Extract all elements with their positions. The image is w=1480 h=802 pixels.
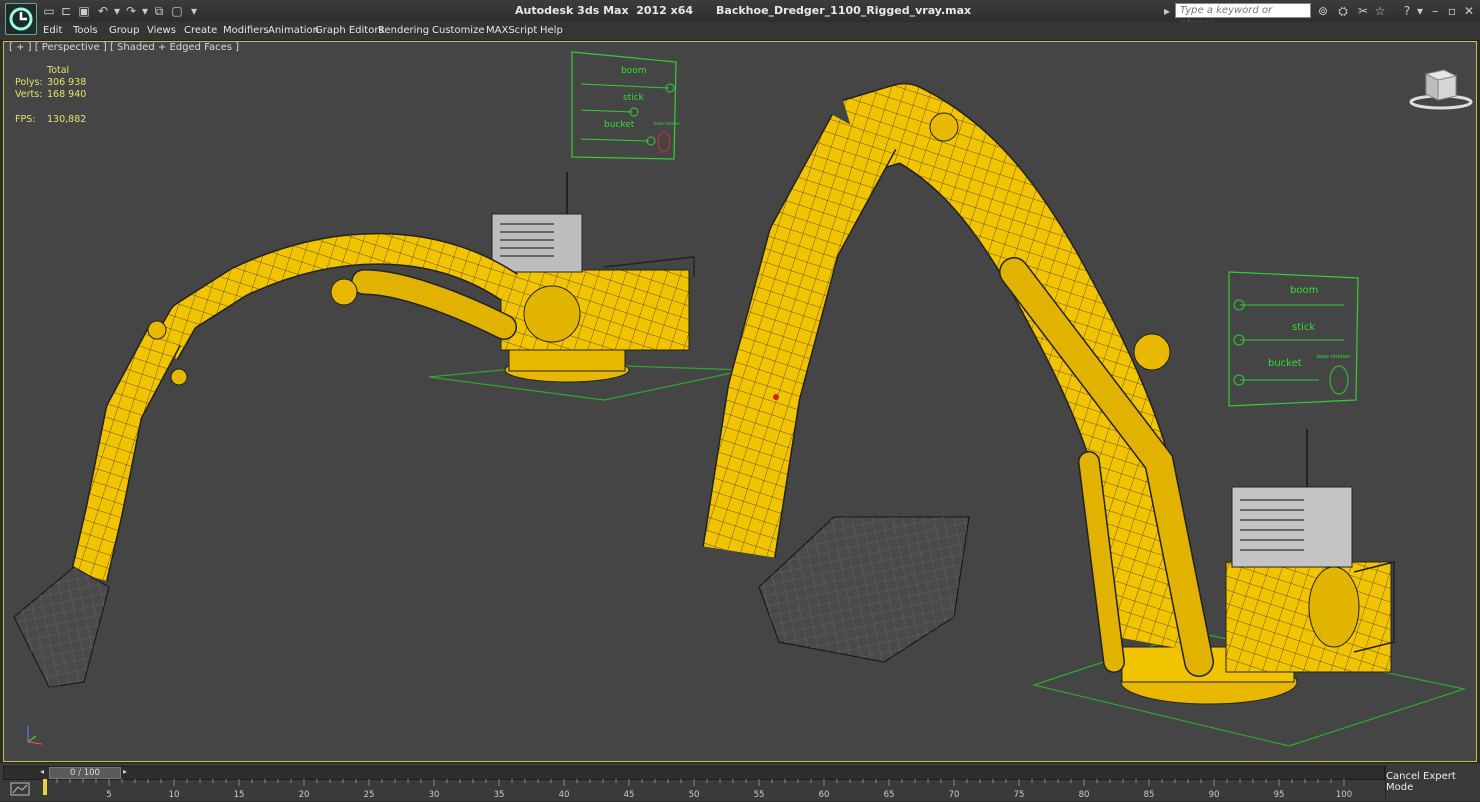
viewport-label[interactable]: [ + ] [ Perspective ] [ Shaded + Edged F… bbox=[9, 42, 239, 53]
ruler-tick-label: 60 bbox=[819, 790, 830, 799]
maximize-icon[interactable]: ▫ bbox=[1445, 4, 1459, 18]
stats-verts-value: 168 940 bbox=[47, 89, 87, 100]
ruler-tick-label: 40 bbox=[559, 790, 570, 799]
window-title: Autodesk 3ds Max 2012 x64 Backhoe_Dredge… bbox=[515, 4, 972, 17]
project-folder-icon[interactable]: ▢ bbox=[170, 4, 184, 18]
help-icon[interactable]: ? bbox=[1400, 4, 1414, 18]
stats-total-label: Total bbox=[47, 65, 70, 76]
title-bar: ▭ ⊏ ▣ ↶ ▾ ↷ ▾ ⧉ ▢ ▾ Autodesk 3ds Max 201… bbox=[0, 0, 1480, 35]
ruler-tick-label: 45 bbox=[624, 790, 635, 799]
viewcube-icon[interactable] bbox=[1406, 66, 1476, 112]
search-input[interactable]: Type a keyword or phrase bbox=[1175, 3, 1311, 30]
ruler-tick-label: 10 bbox=[169, 790, 180, 799]
menu-graph-editors[interactable]: Graph Editors bbox=[315, 25, 384, 36]
ruler-tick-label: 95 bbox=[1274, 790, 1285, 799]
menu-modifiers[interactable]: Modifiers bbox=[223, 25, 269, 36]
control-panel-right: boom stick bucket base rotation bbox=[1228, 271, 1359, 407]
control-panel-left: boom stick bucket base rotation bbox=[571, 51, 681, 160]
ruler-tick-label: 25 bbox=[364, 790, 375, 799]
left-helper-bucket-label: bucket bbox=[604, 120, 635, 130]
menu-bar: Edit Tools Group Views Create Modifiers … bbox=[0, 22, 1480, 41]
search-arrow-icon[interactable]: ▸ bbox=[1160, 4, 1174, 18]
perspective-viewport[interactable]: boom stick bucket base rotation boom sti… bbox=[3, 41, 1477, 762]
app-logo-icon[interactable] bbox=[5, 3, 37, 35]
menu-help[interactable]: Help bbox=[540, 25, 563, 36]
minimize-icon[interactable]: – bbox=[1428, 4, 1442, 18]
current-frame-marker[interactable] bbox=[43, 779, 47, 795]
right-helper-boom-label: boom bbox=[1290, 285, 1318, 296]
menu-edit[interactable]: Edit bbox=[43, 25, 62, 36]
ruler-tick-label: 100 bbox=[1336, 790, 1352, 799]
redo-icon[interactable]: ↷ bbox=[124, 4, 138, 18]
communication-center-icon[interactable]: ✂ bbox=[1356, 4, 1370, 18]
redo-dropdown-icon[interactable]: ▾ bbox=[138, 4, 152, 18]
mini-curve-editor-icon[interactable] bbox=[9, 781, 31, 797]
stats-verts-label: Verts: bbox=[15, 89, 43, 100]
close-icon[interactable]: ✕ bbox=[1462, 4, 1476, 18]
ruler-tick-label: 70 bbox=[949, 790, 960, 799]
ruler-tick-label: 50 bbox=[689, 790, 700, 799]
cancel-expert-mode-button[interactable]: Cancel Expert Mode bbox=[1385, 765, 1480, 799]
menu-animation[interactable]: Animation bbox=[268, 25, 319, 36]
open-file-icon[interactable]: ⊏ bbox=[59, 4, 73, 18]
stats-fps-value: 130,882 bbox=[47, 114, 87, 125]
time-slider-knob[interactable]: 0 / 100 bbox=[49, 767, 121, 779]
axis-tripod-icon bbox=[18, 722, 48, 750]
new-file-icon[interactable]: ▭ bbox=[42, 4, 56, 18]
undo-dropdown-icon[interactable]: ▾ bbox=[110, 4, 124, 18]
menu-maxscript[interactable]: MAXScript bbox=[486, 25, 537, 36]
menu-group[interactable]: Group bbox=[109, 25, 139, 36]
stats-polys-label: Polys: bbox=[15, 77, 43, 88]
right-helper-stick-label: stick bbox=[1292, 322, 1315, 333]
left-helper-stick-label: stick bbox=[623, 93, 645, 103]
binoculars-icon[interactable]: ⊚ bbox=[1316, 4, 1330, 18]
menu-tools[interactable]: Tools bbox=[73, 25, 98, 36]
undo-icon[interactable]: ↶ bbox=[96, 4, 110, 18]
menu-views[interactable]: Views bbox=[147, 25, 176, 36]
menu-customize[interactable]: Customize bbox=[432, 25, 485, 36]
save-file-icon[interactable]: ▣ bbox=[77, 4, 91, 18]
ruler-tick-label: 55 bbox=[754, 790, 765, 799]
ruler-tick-label: 20 bbox=[299, 790, 310, 799]
ruler-tick-label: 35 bbox=[494, 790, 505, 799]
ruler-tick-label: 75 bbox=[1014, 790, 1025, 799]
timeline-ruler[interactable]: 5 10 15 20 25 30 35 40 45 50 55 60 65 70 75 80 85 90 95 100 bbox=[42, 779, 1387, 800]
ruler-tick-label: 5 bbox=[106, 790, 111, 799]
left-helper-boom-label: boom bbox=[621, 66, 647, 76]
subscription-icon[interactable]: ⛭ bbox=[1336, 4, 1350, 18]
ruler-tick-label: 15 bbox=[234, 790, 245, 799]
ruler-tick-label: 80 bbox=[1079, 790, 1090, 799]
timeline-bar: 0 / 100 ◂ ▸ 5 10 15 20 25 30 35 40 45 50 55 60 65 70 7… bbox=[0, 762, 1480, 801]
scene-render: boom stick bucket base rotation boom sti… bbox=[13, 51, 1467, 747]
ruler-tick-label: 85 bbox=[1144, 790, 1155, 799]
excavator-right bbox=[702, 81, 1395, 705]
left-helper-base-rotation-label: base rotation bbox=[654, 121, 681, 126]
hold-icon[interactable]: ⧉ bbox=[152, 4, 166, 18]
ruler-tick-label: 30 bbox=[429, 790, 440, 799]
right-helper-base-rotation-label: base rotation bbox=[1317, 354, 1350, 360]
time-slider-track[interactable]: 0 / 100 ◂ ▸ bbox=[3, 766, 1385, 780]
favorites-star-icon[interactable]: ☆ bbox=[1373, 4, 1387, 18]
time-slider-next-icon[interactable]: ▸ bbox=[119, 767, 131, 777]
menu-rendering[interactable]: Rendering bbox=[378, 25, 429, 36]
quick-access-dropdown-icon[interactable]: ▾ bbox=[187, 4, 201, 18]
excavator-left bbox=[13, 172, 695, 688]
ruler-tick-label: 65 bbox=[884, 790, 895, 799]
help-dropdown-icon[interactable]: ▾ bbox=[1413, 4, 1427, 18]
menu-create[interactable]: Create bbox=[184, 25, 217, 36]
stats-fps-label: FPS: bbox=[15, 114, 36, 125]
right-helper-bucket-label: bucket bbox=[1268, 358, 1302, 369]
time-slider-prev-icon[interactable]: ◂ bbox=[36, 767, 48, 777]
stats-polys-value: 306 938 bbox=[47, 77, 87, 88]
ruler-tick-label: 90 bbox=[1209, 790, 1220, 799]
